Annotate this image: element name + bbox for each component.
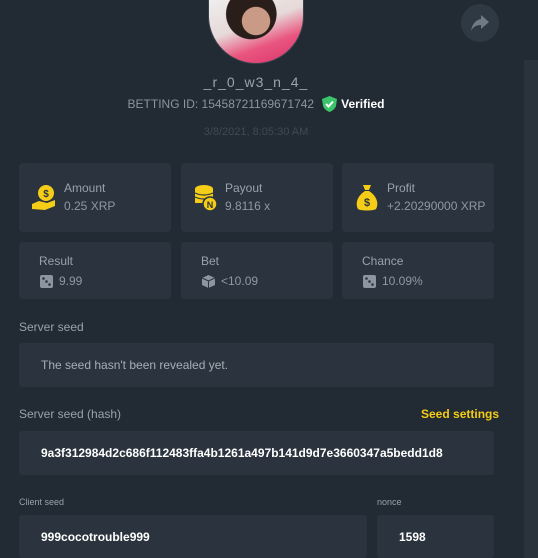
payout-card: N Payout 9.8116 x: [181, 163, 333, 232]
amount-value: 0.25 XRP: [64, 199, 116, 213]
share-button[interactable]: [461, 4, 499, 42]
result-card: Result 9.99: [19, 242, 171, 299]
client-seed-label: Client seed: [19, 497, 65, 507]
bet-value: <10.09: [221, 274, 259, 288]
profit-card: $ Profit +2.20290000 XRP: [342, 163, 494, 232]
dice-icon: [40, 275, 53, 288]
chance-label: Chance: [362, 254, 404, 268]
profit-value: +2.20290000 XRP: [387, 199, 486, 213]
svg-text:$: $: [364, 197, 370, 209]
profit-label: Profit: [387, 181, 416, 195]
money-bag-icon: $: [356, 185, 378, 211]
bet-timestamp: 3/8/2021, 8:05:30 AM: [203, 126, 309, 138]
bet-label: Bet: [201, 254, 220, 268]
server-seed-field: The seed hasn't been revealed yet.: [19, 343, 494, 387]
bet-card: Bet <10.09: [181, 242, 333, 299]
nonce-field[interactable]: 1598: [377, 515, 494, 558]
payout-label: Payout: [225, 181, 263, 195]
verified-label: Verified: [341, 97, 385, 111]
share-icon: [471, 15, 489, 31]
username: _r_0_w3_n_4_: [203, 74, 309, 90]
server-seed-hash-field[interactable]: 9a3f312984d2c686f112483ffa4b1261a497b141…: [19, 431, 494, 475]
verified-check-icon: [322, 96, 338, 112]
server-seed-hash-label: Server seed (hash): [19, 407, 122, 421]
svg-text:$: $: [43, 189, 49, 200]
amount-card: $ Amount 0.25 XRP: [19, 163, 171, 232]
betting-id-row: BETTING ID: 15458721169671742 Verified: [0, 96, 512, 112]
amount-label: Amount: [64, 181, 106, 195]
betting-id: BETTING ID: 15458721169671742: [127, 97, 315, 111]
nonce-label: nonce: [377, 497, 402, 507]
server-seed-label: Server seed: [19, 320, 84, 334]
result-value: 9.99: [59, 274, 83, 288]
seed-settings-link[interactable]: Seed settings: [421, 407, 499, 421]
chance-card: Chance 10.09%: [342, 242, 494, 299]
client-seed-field[interactable]: 999cocotrouble999: [19, 515, 367, 558]
dice-icon: [201, 275, 216, 288]
payout-value: 9.8116 x: [225, 199, 271, 213]
avatar: [208, 0, 304, 64]
svg-text:N: N: [207, 200, 214, 210]
result-label: Result: [39, 254, 74, 268]
dice-icon: [363, 275, 376, 288]
hand-coin-icon: $: [32, 185, 55, 210]
scrollbar[interactable]: [524, 60, 538, 558]
verified-badge: Verified: [322, 96, 384, 112]
coin-stack-icon: N: [194, 185, 218, 212]
chance-value: 10.09%: [382, 274, 423, 288]
